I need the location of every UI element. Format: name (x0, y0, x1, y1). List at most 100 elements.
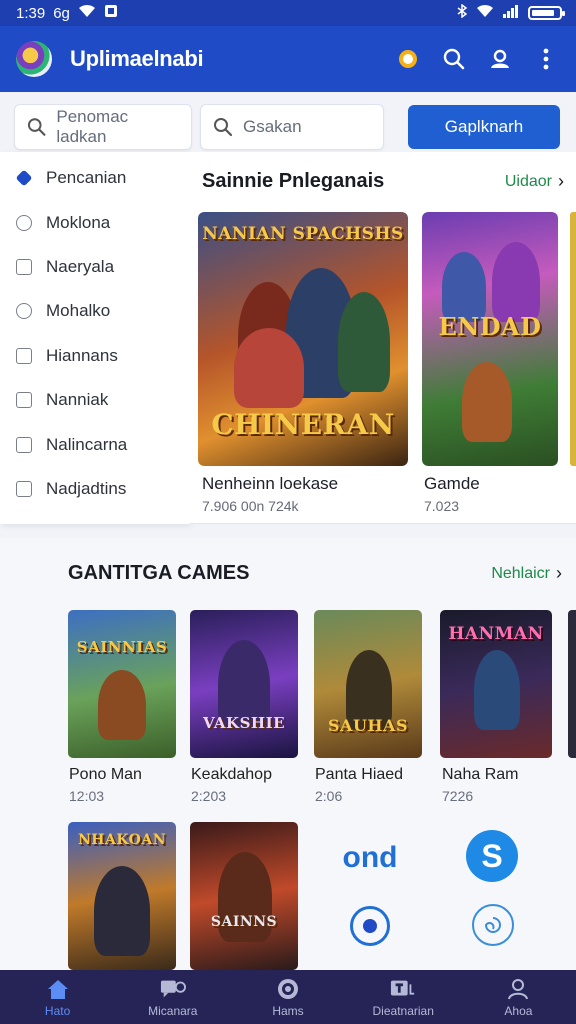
cover-title: SAINNIAS (76, 638, 168, 656)
tag-icon (16, 214, 32, 231)
game-title: Naha Ram (442, 766, 519, 783)
game-tile[interactable]: NHAKOAN (68, 822, 176, 970)
see-all-link[interactable]: Uidaor › (505, 171, 564, 192)
account-icon[interactable] (486, 45, 514, 73)
bottom-nav: Hato Micanara Hams Dieatnarian Ahoa (0, 970, 576, 1024)
next-tile-peek (568, 610, 576, 758)
game-tile[interactable]: SAUHAS (314, 610, 422, 758)
nav-item-games[interactable]: Hams (230, 970, 345, 1024)
nav-item-messages[interactable]: Micanara (115, 970, 230, 1024)
wifi-icon (476, 4, 494, 22)
side-menu: Pencanian Moklona Naeryala Mohalko Hiann… (0, 152, 190, 524)
app-title: Uplimaelnabi (70, 46, 204, 71)
search-row: Penomac ladkan Gsakan Gaplknarh (14, 104, 562, 150)
game-title: Panta Hiaed (315, 766, 404, 783)
nav-item-library[interactable]: Dieatnarian (346, 970, 461, 1024)
status-extra: 6g (53, 4, 70, 22)
menu-item-label: Naeryala (46, 256, 115, 276)
square-icon (16, 347, 32, 364)
menu-item[interactable]: Mohalko (0, 289, 190, 333)
menu-item[interactable]: Nadjadtins (0, 467, 190, 511)
search-input-primary[interactable]: Penomac ladkan (14, 104, 192, 150)
menu-item[interactable]: Nanniak (0, 378, 190, 422)
nav-item-profile[interactable]: Ahoa (461, 970, 576, 1024)
brand-logo-text: ond (342, 841, 398, 874)
game-meta: 12:03 (69, 788, 105, 804)
game-tile[interactable]: VAKSHIE (190, 610, 298, 758)
cover-title: HANMAN (448, 624, 544, 644)
cover-title: VAKSHIE (202, 714, 286, 732)
emoji-icon (16, 303, 32, 320)
status-bar: 1:39 6g (0, 0, 576, 26)
see-all-link[interactable]: Nehlaicr › (491, 563, 562, 584)
game-title: Keakdahop (191, 766, 272, 783)
menu-item[interactable]: Nalincarna (0, 422, 190, 466)
nav-label: Micanara (148, 1003, 198, 1018)
nav-label: Ahoa (504, 1003, 533, 1018)
search-input-secondary[interactable]: Gsakan (200, 104, 384, 150)
menu-item-label: Moklona (46, 212, 111, 232)
section-title: GANTITGA CAMES (68, 562, 250, 584)
skype-icon[interactable]: S (466, 830, 518, 882)
search-placeholder: Penomac ladkan (56, 107, 129, 146)
search-icon (214, 118, 233, 137)
popular-header: GANTITGA CAMES Nehlaicr › (68, 562, 562, 585)
menu-item[interactable]: Pencanian (0, 156, 190, 200)
chat-icon (160, 977, 186, 1001)
nav-item-home[interactable]: Hato (0, 970, 115, 1024)
app-bar: Uplimaelnabi (0, 26, 576, 92)
game-title: Pono Man (69, 766, 142, 783)
menu-item[interactable]: Moklona (0, 200, 190, 244)
swirl-icon[interactable] (472, 904, 514, 946)
nav-label: Hato (44, 1003, 71, 1018)
menu-item[interactable]: Hiannans (0, 334, 190, 378)
game-cover: NANIAN SPACHSHS CHINERAN (198, 212, 408, 466)
game-meta: 7226 (442, 788, 474, 804)
search-button[interactable]: Gaplknarh (408, 105, 560, 149)
cover-title: SAINNS (210, 914, 278, 930)
bluetooth-icon (456, 3, 468, 22)
badge-icon[interactable] (394, 45, 422, 73)
next-card-peek (570, 212, 576, 466)
square-icon (16, 436, 32, 453)
game-tile[interactable]: SAINNS (190, 822, 298, 970)
more-vert-icon[interactable] (532, 45, 560, 73)
brand-logo-icon[interactable]: ond (340, 828, 400, 888)
game-tile[interactable]: HANMAN (440, 610, 552, 758)
record-icon[interactable] (350, 906, 390, 946)
section-title: Sainnie Pnleganais (202, 170, 385, 192)
popular-games-section: GANTITGA CAMES Nehlaicr › SAINNIAS Pono M… (0, 538, 576, 970)
nav-label: Hams (272, 1003, 304, 1018)
home-icon (45, 977, 71, 1001)
profile-icon (505, 977, 531, 1001)
featured-section: Sainnie Pnleganais Uidaor › NANIAN SPACHS… (190, 152, 576, 524)
wifi-icon (78, 4, 96, 22)
square-icon (16, 480, 32, 497)
game-cover: ENDAD (422, 212, 558, 466)
menu-item-label: Nalincarna (46, 434, 128, 454)
cover-title: NHAKOAN (77, 832, 167, 848)
menu-item-label: Nanniak (46, 390, 109, 410)
cover-title: CHINERAN (211, 408, 395, 441)
featured-card[interactable]: ENDAD (422, 212, 558, 466)
featured-card[interactable]: NANIAN SPACHSHS CHINERAN (198, 212, 408, 466)
status-time: 1:39 (16, 4, 46, 22)
menu-item[interactable]: Naeryala (0, 245, 190, 289)
search-icon[interactable] (440, 45, 468, 73)
menu-item-label: Pencanian (46, 168, 127, 188)
nav-label: Dieatnarian (372, 1003, 434, 1018)
cover-title-top: NANIAN SPACHSHS (202, 224, 404, 244)
box-icon (16, 258, 32, 275)
game-meta: 2:203 (191, 788, 227, 804)
see-all-label: Nehlaicr (491, 564, 550, 582)
tv-icon (390, 977, 416, 1001)
cover-title: ENDAD (438, 312, 542, 341)
square-icon (16, 392, 32, 409)
circle-icon (275, 977, 301, 1001)
card-meta: 7.906 00n 724k (202, 498, 299, 514)
card-meta: 7.023 (424, 498, 460, 514)
search-icon (27, 118, 46, 136)
game-tile[interactable]: SAINNIAS (68, 610, 176, 758)
menu-item-label: Hiannans (46, 345, 118, 365)
diamond-icon (15, 169, 33, 187)
